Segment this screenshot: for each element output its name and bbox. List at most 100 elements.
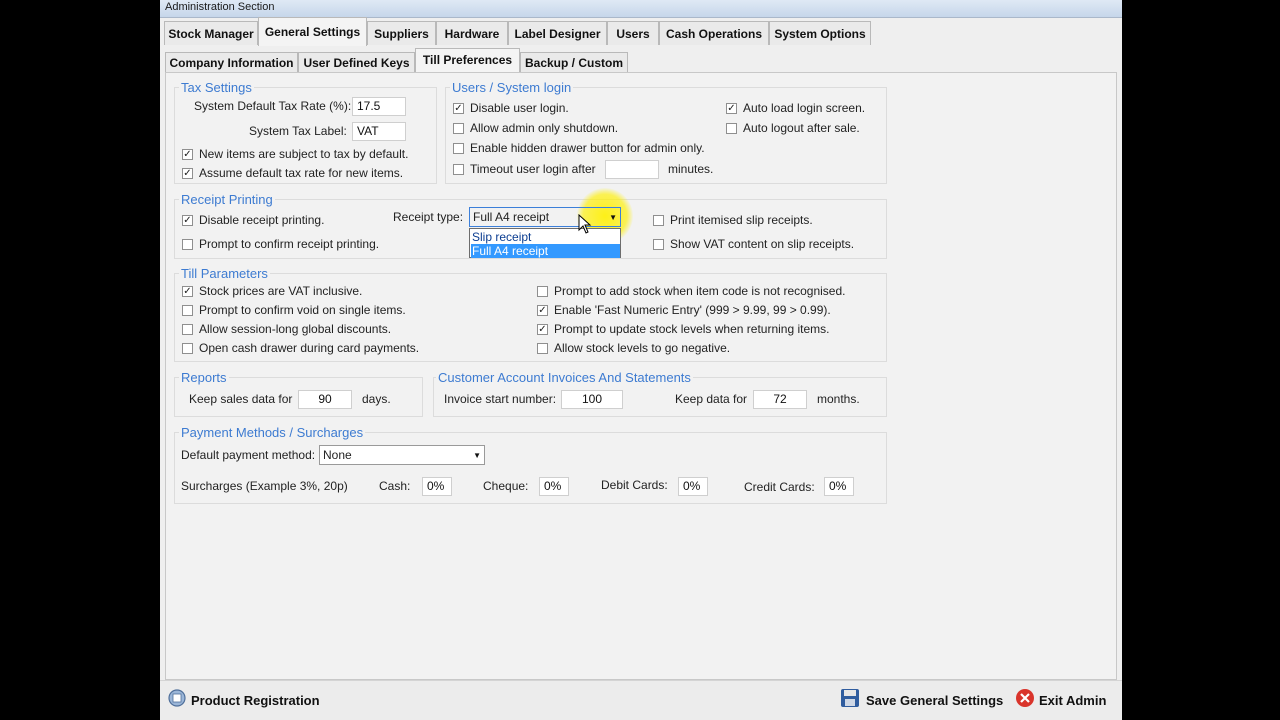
keep-data-input[interactable]: 72	[753, 390, 807, 409]
auto-logout-label: Auto logout after sale.	[743, 121, 860, 135]
vat-inclusive-checkbox[interactable]: ✓	[182, 286, 193, 297]
tab-suppliers[interactable]: Suppliers	[367, 21, 436, 45]
print-itemised-checkbox[interactable]	[653, 215, 664, 226]
window-title: Administration Section	[165, 1, 275, 13]
payment-methods-title: Payment Methods / Surcharges	[179, 425, 366, 440]
mouse-cursor-icon	[578, 214, 592, 234]
fast-numeric-checkbox[interactable]: ✓	[537, 305, 548, 316]
disable-user-login-label: Disable user login.	[470, 101, 569, 115]
tab-general-settings[interactable]: General Settings	[258, 17, 367, 46]
credit-surcharge-input[interactable]: 0%	[824, 477, 854, 496]
disable-receipt-checkbox[interactable]: ✓	[182, 215, 193, 226]
auto-load-login-label: Auto load login screen.	[743, 101, 866, 115]
invoice-start-label: Invoice start number:	[444, 392, 557, 406]
tab-user-defined-keys[interactable]: User Defined Keys	[298, 52, 415, 72]
default-payment-select[interactable]: None ▼	[319, 445, 485, 465]
reports-title: Reports	[179, 370, 229, 385]
receipt-option-full-a4[interactable]: Full A4 receipt	[471, 244, 620, 258]
debit-surcharge-input[interactable]: 0%	[678, 477, 708, 496]
timeout-login-checkbox[interactable]	[453, 164, 464, 175]
title-bar: Administration Section	[160, 0, 1122, 18]
tab-hardware[interactable]: Hardware	[436, 21, 508, 45]
main-tab-bar: Stock Manager General Settings Suppliers…	[160, 17, 1122, 46]
debit-cards-label: Debit Cards:	[601, 478, 668, 492]
receipt-type-select[interactable]: Full A4 receipt ▼	[469, 207, 621, 227]
till-parameters-title: Till Parameters	[179, 266, 270, 281]
save-disk-icon	[841, 689, 859, 707]
admin-window: Administration Section Stock Manager Gen…	[160, 0, 1122, 720]
chevron-down-icon: ▼	[473, 451, 481, 460]
new-items-taxed-checkbox[interactable]: ✓	[182, 149, 193, 160]
tab-company-information[interactable]: Company Information	[165, 52, 298, 72]
keep-data-label: Keep data for	[675, 392, 748, 406]
cash-surcharge-input[interactable]: 0%	[422, 477, 452, 496]
sub-tab-bar: Company Information User Defined Keys Ti…	[160, 48, 1122, 73]
tab-backup-custom[interactable]: Backup / Custom	[520, 52, 628, 72]
hidden-drawer-checkbox[interactable]	[453, 143, 464, 154]
open-drawer-checkbox[interactable]	[182, 343, 193, 354]
disable-user-login-checkbox[interactable]: ✓	[453, 103, 464, 114]
print-itemised-label: Print itemised slip receipts.	[670, 213, 813, 227]
add-stock-checkbox[interactable]	[537, 286, 548, 297]
tax-label-label: System Tax Label:	[249, 124, 347, 138]
keep-sales-label: Keep sales data for	[189, 392, 293, 406]
tax-rate-input[interactable]: 17.5	[352, 97, 406, 116]
update-stock-checkbox[interactable]: ✓	[537, 324, 548, 335]
tab-system-options[interactable]: System Options	[769, 21, 871, 45]
open-drawer-label: Open cash drawer during card payments.	[199, 341, 420, 355]
receipt-type-value: Full A4 receipt	[473, 210, 550, 224]
credit-cards-label: Credit Cards:	[744, 480, 815, 494]
confirm-receipt-label: Prompt to confirm receipt printing.	[199, 237, 380, 251]
update-stock-label: Prompt to update stock levels when retur…	[554, 322, 830, 336]
auto-load-login-checkbox[interactable]: ✓	[726, 103, 737, 114]
disable-receipt-label: Disable receipt printing.	[199, 213, 325, 227]
surcharges-label: Surcharges (Example 3%, 20p)	[181, 479, 348, 493]
close-icon	[1016, 689, 1034, 707]
invoice-start-input[interactable]: 100	[561, 390, 623, 409]
keep-sales-input[interactable]: 90	[298, 390, 352, 409]
registration-icon	[168, 689, 186, 707]
tab-label-designer[interactable]: Label Designer	[508, 21, 607, 45]
show-vat-checkbox[interactable]	[653, 239, 664, 250]
tax-rate-label: System Default Tax Rate (%):	[194, 99, 352, 113]
default-payment-value: None	[323, 448, 352, 462]
add-stock-label: Prompt to add stock when item code is no…	[554, 284, 846, 298]
users-login-title: Users / System login	[450, 80, 574, 95]
timeout-units-label: minutes.	[668, 162, 714, 176]
cash-label: Cash:	[379, 479, 411, 493]
cheque-surcharge-input[interactable]: 0%	[539, 477, 569, 496]
keep-data-units: months.	[817, 392, 860, 406]
assume-tax-rate-checkbox[interactable]: ✓	[182, 168, 193, 179]
save-settings-button[interactable]: Save General Settings	[837, 686, 1005, 716]
tab-stock-manager[interactable]: Stock Manager	[164, 21, 258, 45]
timeout-login-label: Timeout user login after	[470, 162, 596, 176]
tab-cash-operations[interactable]: Cash Operations	[659, 21, 769, 45]
receipt-option-slip[interactable]: Slip receipt	[471, 230, 620, 244]
product-registration-label: Product Registration	[191, 693, 320, 708]
tab-till-preferences[interactable]: Till Preferences	[415, 48, 520, 73]
auto-logout-checkbox[interactable]	[726, 123, 737, 134]
keep-sales-units: days.	[362, 392, 391, 406]
admin-shutdown-label: Allow admin only shutdown.	[470, 121, 619, 135]
negative-stock-label: Allow stock levels to go negative.	[554, 341, 731, 355]
negative-stock-checkbox[interactable]	[537, 343, 548, 354]
confirm-receipt-checkbox[interactable]	[182, 239, 193, 250]
product-registration-button[interactable]: Product Registration	[164, 686, 322, 716]
tax-label-input[interactable]: VAT	[352, 122, 406, 141]
new-items-taxed-label: New items are subject to tax by default.	[199, 147, 409, 161]
receipt-type-dropdown: Slip receipt Full A4 receipt	[469, 228, 621, 258]
confirm-void-checkbox[interactable]	[182, 305, 193, 316]
show-vat-label: Show VAT content on slip receipts.	[670, 237, 855, 251]
tab-users[interactable]: Users	[607, 21, 659, 45]
exit-admin-label: Exit Admin	[1039, 693, 1107, 708]
vat-inclusive-label: Stock prices are VAT inclusive.	[199, 284, 363, 298]
save-settings-label: Save General Settings	[866, 693, 1004, 708]
exit-admin-button[interactable]: Exit Admin	[1013, 686, 1113, 716]
cheque-label: Cheque:	[483, 479, 529, 493]
global-discounts-checkbox[interactable]	[182, 324, 193, 335]
invoices-title: Customer Account Invoices And Statements	[436, 370, 693, 385]
chevron-down-icon: ▼	[609, 213, 617, 222]
admin-shutdown-checkbox[interactable]	[453, 123, 464, 134]
global-discounts-label: Allow session-long global discounts.	[199, 322, 392, 336]
timeout-minutes-input[interactable]	[605, 160, 659, 179]
